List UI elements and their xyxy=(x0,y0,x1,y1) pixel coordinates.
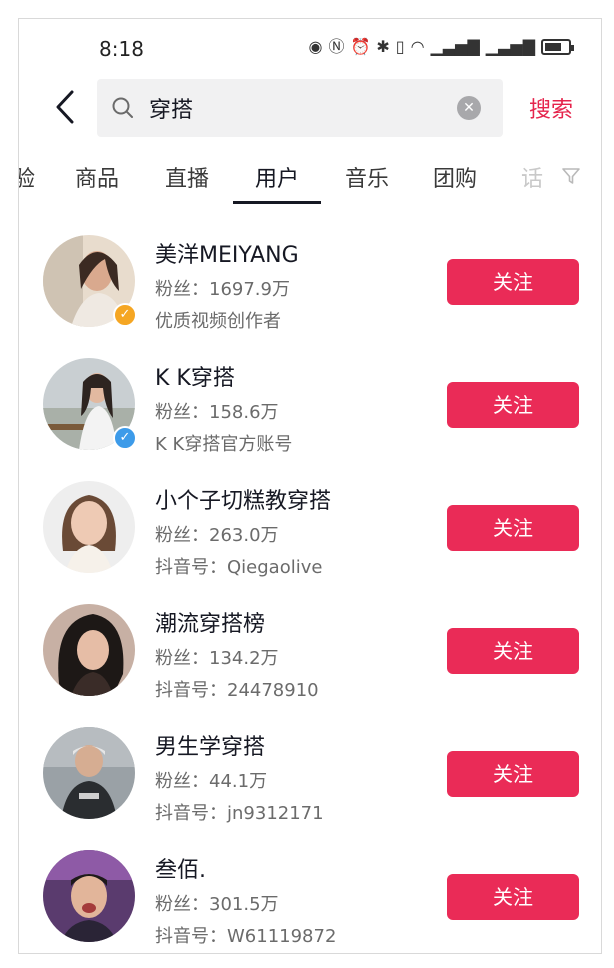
follow-button[interactable]: 关注 xyxy=(447,382,579,428)
avatar[interactable] xyxy=(43,850,135,942)
user-name: K K穿搭 xyxy=(155,366,235,391)
search-icon xyxy=(112,97,133,118)
user-description: 优质视频创作者 xyxy=(155,311,281,332)
user-name: 叁佰. xyxy=(155,858,206,883)
tab-products[interactable]: 商品 xyxy=(75,161,119,193)
search-box[interactable]: ✕ xyxy=(97,79,503,137)
user-description: 抖音号：jn9312171 xyxy=(155,803,324,824)
list-item[interactable]: 叁佰. 粉丝：301.5万 抖音号：W61119872 关注 xyxy=(19,850,601,953)
filter-icon[interactable] xyxy=(561,166,581,186)
user-description: 抖音号：Qiegaolive xyxy=(155,557,323,578)
follow-button[interactable]: 关注 xyxy=(447,505,579,551)
search-button[interactable]: 搜索 xyxy=(529,92,573,124)
eye-icon: ◉ xyxy=(308,37,323,56)
user-fans-count: 粉丝：1697.9万 xyxy=(155,279,290,300)
follow-button[interactable]: 关注 xyxy=(447,259,579,305)
user-fans-count: 粉丝：301.5万 xyxy=(155,894,279,915)
follow-button[interactable]: 关注 xyxy=(447,628,579,674)
search-input[interactable] xyxy=(149,91,439,125)
signal-4g-icon: ▁▃▅▇ xyxy=(485,37,535,56)
user-fans-count: 粉丝：158.6万 xyxy=(155,402,279,423)
list-item[interactable]: 潮流穿搭榜 粉丝：134.2万 抖音号：24478910 关注 xyxy=(19,604,601,714)
user-name: 潮流穿搭榜 xyxy=(155,612,266,637)
list-item[interactable]: 小个子切糕教穿搭 粉丝：263.0万 抖音号：Qiegaolive 关注 xyxy=(19,481,601,591)
tab-music[interactable]: 音乐 xyxy=(345,161,389,193)
list-item[interactable]: 男生学穿搭 粉丝：44.1万 抖音号：jn9312171 关注 xyxy=(19,727,601,837)
user-description: 抖音号：W61119872 xyxy=(155,926,337,947)
signal-4g-icon: ▁▃▅▇ xyxy=(430,37,480,56)
follow-button[interactable]: 关注 xyxy=(447,874,579,920)
avatar[interactable] xyxy=(43,727,135,819)
battery-icon xyxy=(541,39,574,55)
search-row: ✕ 搜索 xyxy=(19,79,601,137)
list-item[interactable]: ✓ 美洋MEIYANG 粉丝：1697.9万 优质视频创作者 关注 xyxy=(19,235,601,345)
user-name: 美洋MEIYANG xyxy=(155,243,299,268)
follow-button[interactable]: 关注 xyxy=(447,751,579,797)
alarm-icon: ⏰ xyxy=(350,37,371,56)
back-button[interactable] xyxy=(45,87,85,127)
status-bar: 8:18 ◉ Ⓝ ⏰ ✱ ▯ ◠ ▁▃▅▇ ▁▃▅▇ xyxy=(19,33,601,69)
avatar[interactable] xyxy=(43,604,135,696)
user-fans-count: 粉丝：134.2万 xyxy=(155,648,279,669)
active-tab-indicator xyxy=(233,201,321,204)
tab-experience[interactable]: 验 xyxy=(19,161,35,193)
tab-topics[interactable]: 话 xyxy=(521,161,543,193)
status-icons: ◉ Ⓝ ⏰ ✱ ▯ ◠ ▁▃▅▇ ▁▃▅▇ xyxy=(308,37,574,57)
user-description: 抖音号：24478910 xyxy=(155,680,319,701)
wifi-icon: ◠ xyxy=(410,37,425,56)
bluetooth-icon: ✱ xyxy=(376,37,390,56)
status-time: 8:18 xyxy=(99,37,144,61)
user-name: 小个子切糕教穿搭 xyxy=(155,489,332,514)
user-name: 男生学穿搭 xyxy=(155,735,266,760)
avatar[interactable] xyxy=(43,481,135,573)
phone-screen: 8:18 ◉ Ⓝ ⏰ ✱ ▯ ◠ ▁▃▅▇ ▁▃▅▇ ✕ 搜索 xyxy=(18,18,602,954)
user-fans-count: 粉丝：44.1万 xyxy=(155,771,268,792)
verified-badge-icon: ✓ xyxy=(113,426,137,450)
user-description: K K穿搭官方账号 xyxy=(155,434,293,455)
category-tabs: 验 商品 直播 用户 音乐 团购 话 xyxy=(19,157,601,207)
verified-badge-icon: ✓ xyxy=(113,303,137,327)
tab-users[interactable]: 用户 xyxy=(255,161,299,193)
nfc-icon: Ⓝ xyxy=(328,37,345,56)
back-arrow-icon xyxy=(56,90,74,124)
vibrate-icon: ▯ xyxy=(395,37,405,56)
tab-group-buy[interactable]: 团购 xyxy=(433,161,477,193)
list-item[interactable]: ✓ K K穿搭 粉丝：158.6万 K K穿搭官方账号 关注 xyxy=(19,358,601,468)
tab-live[interactable]: 直播 xyxy=(165,161,209,193)
clear-icon[interactable]: ✕ xyxy=(457,96,481,120)
user-fans-count: 粉丝：263.0万 xyxy=(155,525,279,546)
